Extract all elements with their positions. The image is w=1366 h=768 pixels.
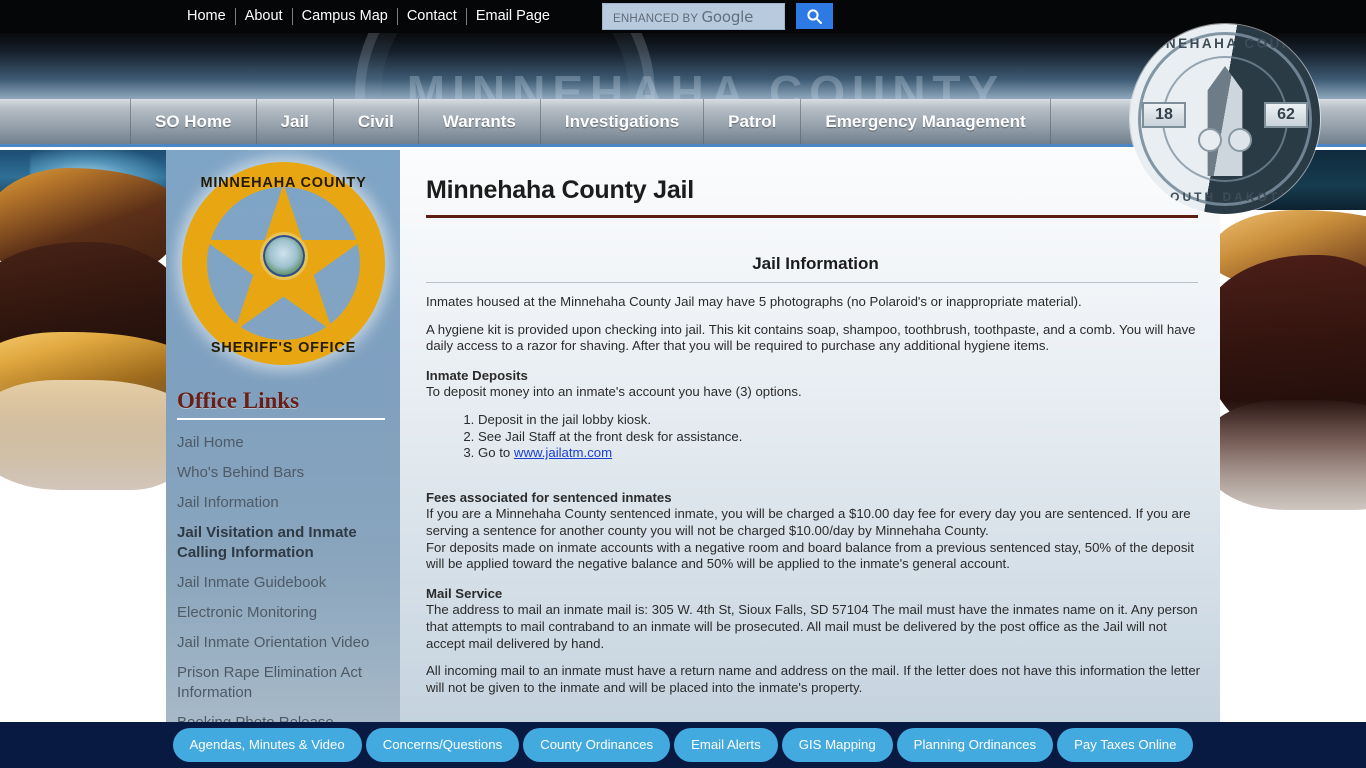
footer-button-county-ordinances[interactable]: County Ordinances bbox=[523, 728, 671, 762]
sidebar: MINNEHAHA COUNTY SHERIFF'S OFFICE Office… bbox=[166, 150, 400, 728]
sidebar-item-jail-inmate-orientation-video[interactable]: Jail Inmate Orientation Video bbox=[177, 628, 391, 658]
utility-nav-item-campus-map[interactable]: Campus Map bbox=[293, 4, 397, 28]
clock-icon-right bbox=[1228, 128, 1252, 152]
paragraph-hygiene: A hygiene kit is provided upon checking … bbox=[426, 321, 1196, 354]
sheriff-badge-logo[interactable]: MINNEHAHA COUNTY SHERIFF'S OFFICE bbox=[178, 158, 390, 370]
footer-button-gis-mapping[interactable]: GIS Mapping bbox=[781, 728, 893, 762]
heading-mail-service: Mail Service bbox=[426, 585, 503, 601]
jailatm-link[interactable]: www.jailatm.com bbox=[514, 445, 612, 460]
footer-quicklinks: Agendas, Minutes & Video Concerns/Questio… bbox=[0, 722, 1366, 768]
nav-item-civil[interactable]: Civil bbox=[334, 99, 419, 144]
search-icon bbox=[806, 8, 823, 25]
sidebar-item-jail-inmate-guidebook[interactable]: Jail Inmate Guidebook bbox=[177, 568, 391, 598]
utility-nav-item-about[interactable]: About bbox=[236, 4, 292, 28]
watermark-text: MINNEHAHA COUNTY bbox=[406, 66, 1006, 99]
seal-bottom-text: SOUTH DAKOTA bbox=[1159, 190, 1291, 204]
search-placeholder: ENHANCED BY Google bbox=[613, 7, 754, 26]
nav-left-spacer bbox=[0, 99, 130, 144]
seal-top-text: MINNEHAHA COUNTY bbox=[1133, 36, 1317, 51]
sidebar-item-jail-information[interactable]: Jail Information bbox=[177, 488, 391, 518]
nav-item-emergency-management[interactable]: Emergency Management bbox=[801, 99, 1051, 144]
heading-fees: Fees associated for sentenced inmates bbox=[426, 489, 672, 505]
search-input[interactable]: ENHANCED BY Google bbox=[602, 3, 785, 30]
footer-button-concerns-questions[interactable]: Concerns/Questions bbox=[365, 728, 520, 762]
list-item-prefix: Go to bbox=[478, 445, 514, 461]
sidebar-item-who-s-behind-bars[interactable]: Who's Behind Bars bbox=[177, 458, 391, 488]
google-search: ENHANCED BY Google bbox=[602, 3, 833, 30]
sidebar-link-list: Jail Home Who's Behind Bars Jail Informati… bbox=[177, 428, 391, 728]
section-divider bbox=[426, 282, 1198, 283]
nav-item-so-home[interactable]: SO Home bbox=[130, 99, 257, 144]
nav-item-investigations[interactable]: Investigations bbox=[541, 99, 705, 144]
paragraph-mail-2: All incoming mail to an inmate must have… bbox=[426, 663, 1201, 695]
right-decorative-photo bbox=[1200, 150, 1366, 728]
section-title: Jail Information bbox=[752, 254, 879, 273]
sidebar-item-electronic-monitoring[interactable]: Electronic Monitoring bbox=[177, 598, 391, 628]
page-title-divider bbox=[426, 215, 1198, 218]
heading-inmate-deposits: Inmate Deposits bbox=[426, 367, 528, 383]
list-item: Deposit in the jail lobby kiosk. bbox=[478, 412, 1205, 428]
nav-item-jail[interactable]: Jail bbox=[257, 99, 334, 144]
paragraph-photos: Inmates housed at the Minnehaha County J… bbox=[426, 294, 1082, 309]
badge-top-text: MINNEHAHA COUNTY bbox=[200, 175, 367, 191]
office-links-heading: Office Links bbox=[177, 388, 300, 413]
seal-year-left: 18 bbox=[1142, 102, 1186, 128]
sidebar-item-jail-visitation-and-inmate-calling-information[interactable]: Jail Visitation and Inmate Calling Infor… bbox=[177, 518, 391, 568]
badge-bottom-text: SHERIFF'S OFFICE bbox=[210, 340, 357, 356]
page-title: Minnehaha County Jail bbox=[426, 176, 695, 204]
office-links-divider bbox=[177, 418, 385, 420]
paragraph-deposits-intro: To deposit money into an inmate's accoun… bbox=[426, 384, 802, 400]
seal-year-right: 62 bbox=[1264, 102, 1308, 128]
utility-nav-item-contact[interactable]: Contact bbox=[398, 4, 466, 28]
nav-item-warrants[interactable]: Warrants bbox=[419, 99, 541, 144]
utility-nav: Home About Campus Map Contact Email Page bbox=[178, 4, 559, 28]
deposits-options-list: Deposit in the jail lobby kiosk. See Jai… bbox=[478, 412, 1205, 461]
footer-button-agendas-minutes-video[interactable]: Agendas, Minutes & Video bbox=[172, 728, 362, 762]
paragraph-mail-1: The address to mail an inmate mail is: 3… bbox=[426, 602, 1198, 651]
left-decorative-photo bbox=[0, 150, 166, 728]
nav-item-patrol[interactable]: Patrol bbox=[704, 99, 802, 144]
utility-topbar: Home About Campus Map Contact Email Page ENH… bbox=[0, 0, 1366, 33]
footer-button-email-alerts[interactable]: Email Alerts bbox=[674, 728, 778, 762]
utility-nav-item-email-page[interactable]: Email Page bbox=[467, 4, 559, 28]
list-item: Go to www.jailatm.com bbox=[478, 445, 1205, 461]
footer-button-planning-ordinances[interactable]: Planning Ordinances bbox=[896, 728, 1054, 762]
search-button[interactable] bbox=[796, 3, 833, 29]
page-root: MINNEHAHA COUNTY Home About Campus Map Cont… bbox=[0, 0, 1366, 768]
south-dakota-seal-icon bbox=[260, 232, 308, 280]
paragraph-fees-1: If you are a Minnehaha County sentenced … bbox=[426, 506, 1191, 538]
county-seal-logo[interactable]: MINNEHAHA COUNTY SOUTH DAKOTA 18 62 bbox=[1130, 24, 1320, 214]
clock-icon-left bbox=[1198, 128, 1222, 152]
sidebar-item-jail-home[interactable]: Jail Home bbox=[177, 428, 391, 458]
sidebar-item-prison-rape-elimination-act-information[interactable]: Prison Rape Elimination Act Information bbox=[177, 658, 391, 708]
main-content: Minnehaha County Jail Jail Information I… bbox=[400, 150, 1220, 728]
paragraph-fees-2: For deposits made on inmate accounts wit… bbox=[426, 539, 1195, 572]
utility-nav-item-home[interactable]: Home bbox=[178, 4, 235, 28]
footer-button-pay-taxes-online[interactable]: Pay Taxes Online bbox=[1057, 728, 1194, 762]
list-item: See Jail Staff at the front desk for ass… bbox=[478, 429, 1205, 445]
